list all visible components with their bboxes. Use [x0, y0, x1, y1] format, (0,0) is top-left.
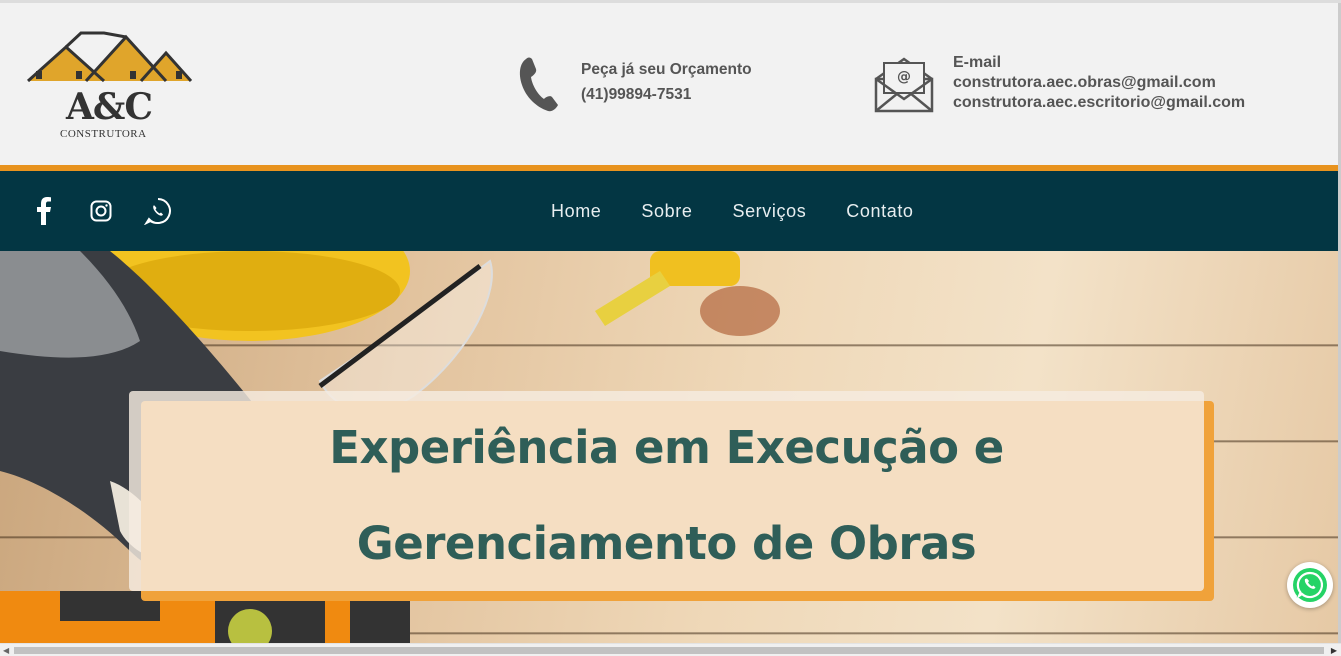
svg-text:@: @ — [897, 69, 911, 85]
company-logo[interactable]: A&C CONSTRUTORA — [26, 31, 196, 146]
logo-title: A&C — [66, 86, 153, 128]
phone-number[interactable]: (41)99894-7531 — [581, 82, 752, 107]
whatsapp-icon — [1293, 568, 1327, 602]
nav-sobre[interactable]: Sobre — [641, 201, 692, 222]
scroll-left-arrow-icon[interactable]: ◀ — [3, 646, 9, 655]
whatsapp-floating-button[interactable] — [1287, 562, 1333, 608]
phone-icon — [519, 57, 558, 112]
email-address-2[interactable]: construtora.aec.escritorio@gmail.com — [953, 93, 1245, 113]
email-address-1[interactable]: construtora.aec.obras@gmail.com — [953, 73, 1245, 93]
instagram-icon[interactable] — [83, 193, 119, 229]
phone-title: Peça já seu Orçamento — [581, 61, 752, 78]
horizontal-scrollbar[interactable]: ◀ ▶ — [0, 643, 1341, 656]
scroll-right-arrow-icon[interactable]: ▶ — [1331, 646, 1337, 655]
nav-menu: Home Sobre Serviços Contato — [551, 201, 954, 222]
hero-headline-line2: Gerenciamento de Obras — [356, 517, 977, 570]
nav-home[interactable]: Home — [551, 201, 601, 222]
envelope-icon: @ — [874, 57, 934, 113]
nav-servicos[interactable]: Serviços — [732, 201, 806, 222]
horizontal-scrollbar-thumb[interactable] — [14, 647, 1324, 654]
hero-headline-box: Experiência em Execução e Gerenciamento … — [129, 391, 1204, 591]
nav-contato[interactable]: Contato — [846, 201, 913, 222]
whatsapp-icon[interactable] — [140, 193, 176, 229]
logo-subtitle: CONSTRUTORA — [60, 128, 147, 140]
hero-banner: Experiência em Execução e Gerenciamento … — [0, 251, 1338, 643]
site-header: A&C CONSTRUTORA Peça já seu Orçamento (4… — [0, 3, 1338, 166]
main-navbar: Home Sobre Serviços Contato — [0, 171, 1338, 251]
email-title: E-mail — [953, 54, 1002, 71]
facebook-icon[interactable] — [26, 193, 62, 229]
hero-headline-line1: Experiência em Execução e — [329, 421, 1004, 474]
